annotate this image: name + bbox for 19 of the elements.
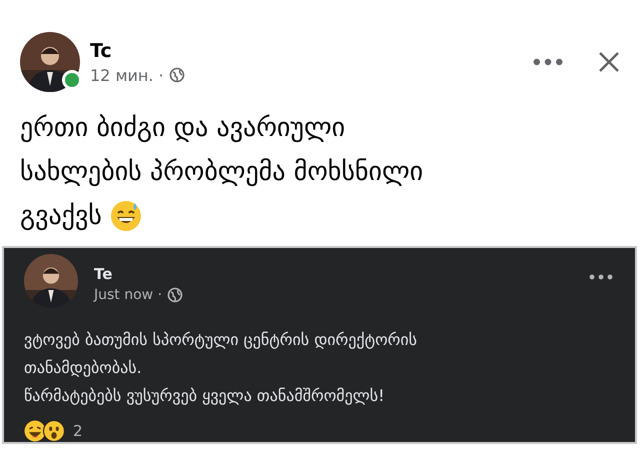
post-text: ვტოვებ ბათუმის სპორტული ცენტრის დირექტორის [24,329,418,351]
post-text: წარმატებებს ვუსურვებ ყველა თანამშრომელს! [24,385,386,407]
post-text: გვაქვს [20,200,102,233]
post-text: თანამდებობას. [24,357,143,379]
close-icon[interactable] [597,50,621,74]
post-time[interactable]: Just now · [94,287,162,303]
globe-icon [168,67,185,83]
reaction-count[interactable]: 2 [73,422,83,440]
post-text: ერთი ბიძგი და ავარიული [20,112,346,145]
sweat-smile-emoji-icon [110,200,142,232]
laughing-emoji-icon[interactable] [24,420,46,442]
author-name[interactable]: Tc [90,40,523,62]
surprised-emoji-icon[interactable] [43,420,65,442]
globe-icon [167,287,184,303]
author-name[interactable]: Te [94,265,579,283]
post-time[interactable]: 12 мин. · [90,66,164,84]
more-options-icon[interactable] [589,274,613,280]
more-options-icon[interactable] [533,58,563,66]
post-text: სახლების პრობლემა მოხსნილი [20,156,424,189]
